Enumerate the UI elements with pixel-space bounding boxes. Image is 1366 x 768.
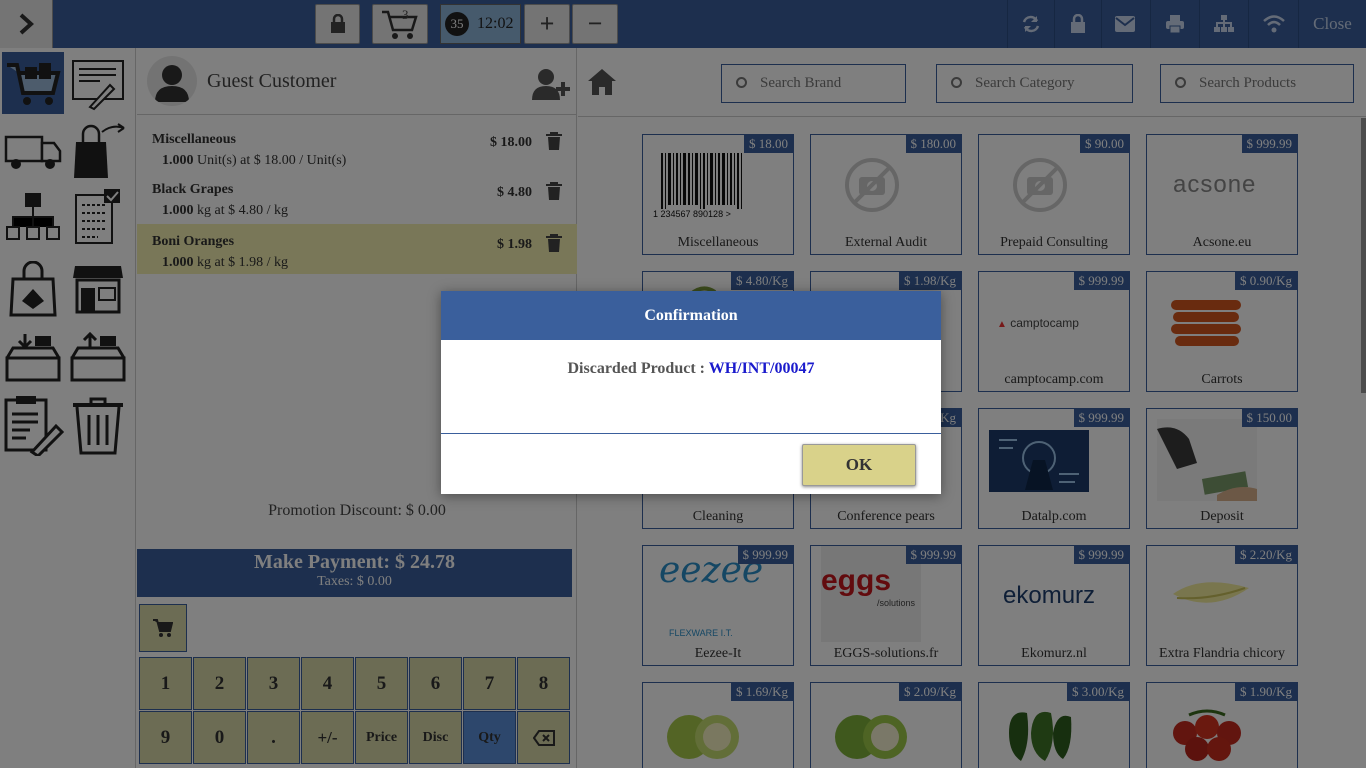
dialog-title: Confirmation <box>441 291 941 340</box>
confirmation-dialog: Confirmation Discarded Product : WH/INT/… <box>441 291 941 494</box>
dialog-reference: WH/INT/00047 <box>708 360 815 377</box>
dialog-message: Discarded Product : WH/INT/00047 <box>441 340 941 434</box>
ok-button[interactable]: OK <box>802 444 916 486</box>
